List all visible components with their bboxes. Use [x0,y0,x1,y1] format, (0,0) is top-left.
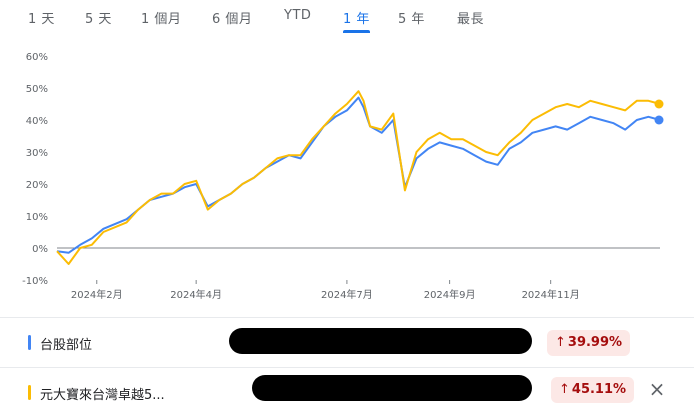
y-tick-label: 40% [26,116,48,127]
series-color-swatch [28,335,31,350]
series-line-portfolio [56,96,661,254]
series-endpoint-dot [654,99,664,109]
x-tick-label: 2024年11月 [522,288,580,300]
tab-label: YTD [284,8,312,23]
change-value: 39.99% [567,335,623,350]
tab-label: 1 年 [343,12,370,27]
tab-label: 5 年 [398,12,425,27]
change-value: 45.11% [571,382,627,397]
x-tick-label: 2024年9月 [424,288,476,300]
redacted-value [229,328,532,354]
y-tick-label: 10% [26,212,48,223]
series-endpoint-dot [654,115,664,125]
legend-row-portfolio[interactable]: 台股部位 ↑ 39.99% [0,318,694,368]
tab-range[interactable]: 5 天 [85,8,112,27]
tab-range[interactable]: 1 天 [28,8,55,27]
change-badge: ↑ 39.99% [547,330,631,356]
tab-label: 1 天 [28,12,55,27]
series-line-etf [56,90,661,265]
tab-label: 5 天 [85,12,112,27]
series-name: 元大寶來台灣卓越5... [40,388,165,403]
tab-range[interactable]: YTD [284,8,311,23]
series-name: 台股部位 [40,338,93,353]
time-range-tabs: 1 天 5 天 1 個月 6 個月 YTD 1 年 5 年 最長 [0,0,694,34]
tab-range[interactable]: 6 個月 [212,8,252,27]
legend-row-etf[interactable]: 元大寶來台灣卓越5... ↑ 45.11% × [0,368,694,418]
y-tick-label: 50% [26,84,48,95]
y-tick-label: 30% [26,148,48,159]
tab-label: 6 個月 [212,12,253,27]
tab-range[interactable]: 1 個月 [141,8,181,27]
x-tick-label: 2024年4月 [170,288,222,300]
up-arrow-icon: ↑ [559,382,570,397]
close-icon[interactable]: × [646,378,668,400]
tab-label: 1 個月 [141,12,182,27]
tab-range[interactable]: 1 年 [343,8,370,33]
active-tab-underline [343,30,370,33]
y-tick-label: 20% [26,180,48,191]
series-color-swatch [28,385,31,400]
y-tick-label: 0% [32,244,48,255]
redacted-value [252,375,532,401]
tab-range[interactable]: 最長 [457,8,484,27]
change-badge: ↑ 45.11% [551,377,635,403]
y-tick-label: 60% [26,52,48,63]
tab-label: 最長 [457,12,485,27]
tab-range[interactable]: 5 年 [398,8,425,27]
performance-chart: 60% 50% 40% 30% 20% 10% 0% -10% 2024年2月 2024年4月 20… [22,52,664,300]
y-tick-label: -10% [22,276,48,287]
up-arrow-icon: ↑ [555,335,566,350]
x-tick-label: 2024年2月 [71,288,123,300]
x-tick-label: 2024年7月 [321,288,373,300]
